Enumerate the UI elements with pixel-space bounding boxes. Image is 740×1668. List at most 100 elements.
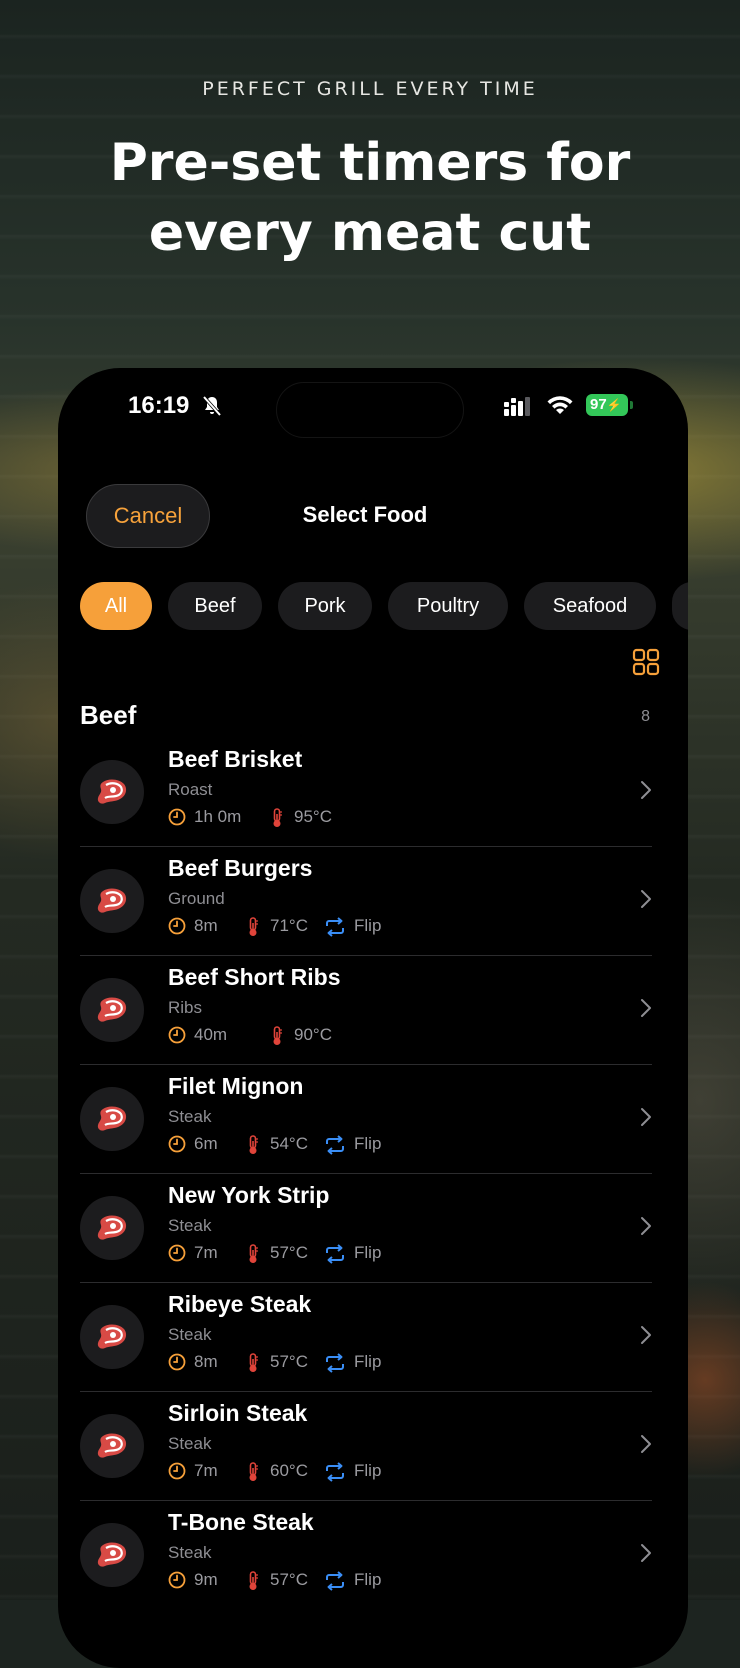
- dynamic-island: [276, 382, 464, 438]
- clock-icon: [168, 808, 186, 826]
- chevron-right-icon: [641, 1544, 651, 1562]
- food-row[interactable]: Filet Mignon Steak 6m 54°C Flip: [80, 1065, 652, 1174]
- food-category: Steak: [168, 1325, 212, 1344]
- filter-chip-seafood[interactable]: Seafood: [524, 582, 656, 630]
- food-name: New York Strip: [168, 1182, 330, 1208]
- cook-time-value: 8m: [194, 916, 218, 935]
- clock-icon: [168, 917, 186, 935]
- wifi-icon: [547, 396, 573, 414]
- food-name: Beef Short Ribs: [168, 964, 341, 990]
- flip-label: Flip: [354, 1352, 382, 1371]
- cellular-signal-icon: [504, 397, 530, 416]
- phone-screen: 16:19 97⚡ Cancel Select Food All Beef Po…: [58, 368, 688, 1668]
- cook-time-value: 9m: [194, 1570, 218, 1589]
- steak-icon: [97, 888, 127, 913]
- thermometer-icon: [249, 1571, 258, 1590]
- target-temp-value: 57°C: [270, 1570, 308, 1589]
- target-temp-value: 95°C: [294, 807, 332, 826]
- clock-icon: [168, 1135, 186, 1153]
- battery-tip: [630, 401, 633, 409]
- bell-slash-icon: [202, 395, 222, 417]
- cook-time-value: 7m: [194, 1243, 218, 1262]
- steak-icon: [97, 997, 127, 1022]
- steak-icon: [97, 1106, 127, 1131]
- clock-icon: [168, 1353, 186, 1371]
- thermometer-icon: [273, 1026, 282, 1045]
- promo-headline: Pre-set timers for every meat cut: [0, 128, 740, 268]
- filter-chip-beef[interactable]: Beef: [168, 582, 262, 630]
- thermometer-icon: [249, 1244, 258, 1263]
- promo-headline-line2: every meat cut: [148, 203, 592, 263]
- thermometer-icon: [249, 917, 258, 936]
- cook-time-value: 8m: [194, 1352, 218, 1371]
- chevron-right-icon: [641, 1326, 651, 1344]
- steak-icon: [97, 779, 127, 804]
- food-name: Beef Burgers: [168, 855, 313, 881]
- clock-icon: [168, 1571, 186, 1589]
- food-row[interactable]: Beef Burgers Ground 8m 71°C Flip: [80, 847, 652, 956]
- clock-icon: [168, 1244, 186, 1262]
- battery-level: 97: [590, 396, 607, 413]
- clock-icon: [168, 1026, 186, 1044]
- flip-arrows-icon: [326, 1353, 344, 1373]
- page-title: Select Food: [302, 502, 428, 527]
- target-temp-value: 57°C: [270, 1352, 308, 1371]
- chevron-right-icon: [641, 1435, 651, 1453]
- filter-chip-poultry[interactable]: Poultry: [388, 582, 508, 630]
- flip-label: Flip: [354, 916, 382, 935]
- food-row[interactable]: Sirloin Steak Steak 7m 60°C Flip: [80, 1392, 652, 1501]
- food-category: Steak: [168, 1216, 212, 1235]
- cancel-button[interactable]: Cancel: [86, 484, 210, 548]
- food-row[interactable]: Beef Short Ribs Ribs 40m 90°C: [80, 956, 652, 1065]
- food-name: Ribeye Steak: [168, 1291, 312, 1317]
- thermometer-icon: [249, 1462, 258, 1481]
- target-temp-value: 90°C: [294, 1025, 332, 1044]
- chevron-right-icon: [641, 1108, 651, 1126]
- clock-icon: [168, 1462, 186, 1480]
- food-avatar: [80, 1196, 144, 1260]
- cook-time-value: 7m: [194, 1461, 218, 1480]
- food-row[interactable]: Ribeye Steak Steak 8m 57°C Flip: [80, 1283, 652, 1392]
- food-name: T-Bone Steak: [168, 1509, 314, 1535]
- flip-label: Flip: [354, 1570, 382, 1589]
- target-temp-value: 57°C: [270, 1243, 308, 1262]
- chevron-right-icon: [641, 999, 651, 1017]
- flip-label: Flip: [354, 1243, 382, 1262]
- cook-time-value: 40m: [194, 1025, 228, 1044]
- thermometer-icon: [273, 808, 282, 827]
- chevron-right-icon: [641, 1217, 651, 1235]
- filter-chip-all[interactable]: All: [80, 582, 152, 630]
- grid-view-icon[interactable]: [632, 648, 660, 676]
- steak-icon: [97, 1215, 127, 1240]
- food-list: Beef Brisket Roast 1h 0m 95°C Beef Burge…: [80, 738, 652, 1609]
- food-name: Sirloin Steak: [168, 1400, 308, 1426]
- filter-chip-more[interactable]: [672, 582, 688, 630]
- section-count: 8: [641, 708, 650, 725]
- promo-headline-line1: Pre-set timers for: [109, 133, 631, 193]
- food-category: Roast: [168, 780, 213, 799]
- food-row[interactable]: Beef Brisket Roast 1h 0m 95°C: [80, 738, 652, 847]
- chevron-right-icon: [641, 890, 651, 908]
- flip-arrows-icon: [326, 1244, 344, 1264]
- food-avatar: [80, 1523, 144, 1587]
- status-time: 16:19: [128, 392, 190, 419]
- steak-icon: [97, 1542, 127, 1567]
- target-temp-value: 71°C: [270, 916, 308, 935]
- battery-indicator: 97⚡: [586, 394, 628, 416]
- filter-chip-pork[interactable]: Pork: [278, 582, 372, 630]
- food-name: Beef Brisket: [168, 746, 303, 772]
- chevron-right-icon: [641, 781, 651, 799]
- flip-label: Flip: [354, 1134, 382, 1153]
- cook-time-value: 6m: [194, 1134, 218, 1153]
- target-temp-value: 54°C: [270, 1134, 308, 1153]
- food-category: Steak: [168, 1434, 212, 1453]
- food-category: Ribs: [168, 998, 203, 1017]
- food-row[interactable]: New York Strip Steak 7m 57°C Flip: [80, 1174, 652, 1283]
- food-category: Ground: [168, 889, 225, 908]
- food-avatar: [80, 978, 144, 1042]
- food-category: Steak: [168, 1107, 212, 1126]
- flip-arrows-icon: [326, 917, 344, 937]
- food-row[interactable]: T-Bone Steak Steak 9m 57°C Flip: [80, 1501, 652, 1609]
- food-name: Filet Mignon: [168, 1073, 304, 1099]
- flip-arrows-icon: [326, 1135, 344, 1155]
